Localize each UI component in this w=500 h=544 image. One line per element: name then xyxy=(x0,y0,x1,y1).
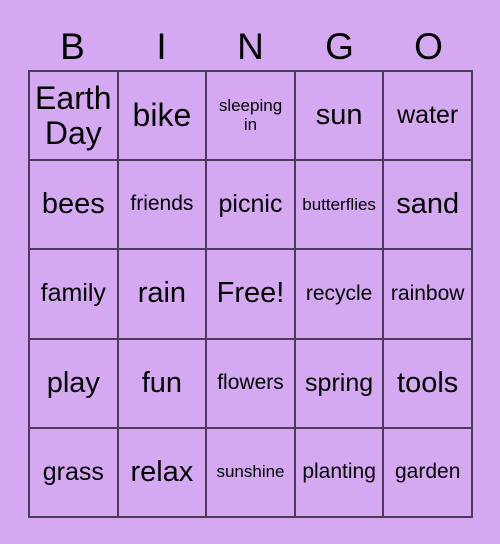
bingo-cell[interactable]: play xyxy=(30,339,119,429)
bingo-cell-label: flowers xyxy=(217,370,284,394)
bingo-cell[interactable]: Earth Day xyxy=(30,72,119,162)
bingo-header-letter-b: B xyxy=(60,25,85,67)
bingo-cell[interactable]: butterflies xyxy=(295,161,385,251)
bingo-cell-label: sleeping in xyxy=(218,96,283,134)
bingo-cell[interactable]: recycle xyxy=(295,250,385,340)
bingo-cell-label: Earth Day xyxy=(35,80,112,151)
bingo-cell-label: tools xyxy=(397,366,459,399)
bingo-cell-label: recycle xyxy=(305,281,373,305)
bingo-cell-label: rainbow xyxy=(390,281,465,305)
bingo-cell-label: sun xyxy=(315,98,363,131)
bingo-cell-label: sunshine xyxy=(216,462,285,482)
bingo-cell-label: friends xyxy=(130,192,194,216)
bingo-cell[interactable]: grass xyxy=(30,428,119,518)
bingo-cell[interactable]: picnic xyxy=(207,161,296,251)
bingo-cell-label: water xyxy=(397,101,459,130)
bingo-cell[interactable]: water xyxy=(384,72,473,162)
bingo-cell-label: grass xyxy=(42,457,104,486)
bingo-cell-label: fun xyxy=(141,366,183,399)
bingo-cell[interactable]: sun xyxy=(295,72,385,162)
bingo-cell-label: spring xyxy=(305,368,374,397)
bingo-cell[interactable]: sunshine xyxy=(207,428,296,518)
bingo-grid: Earth Day bike sleeping in sun water bees frie… xyxy=(28,70,473,518)
bingo-cell[interactable]: fun xyxy=(118,339,208,429)
bingo-cell[interactable]: bees xyxy=(30,161,119,251)
bingo-cell[interactable]: friends xyxy=(118,161,208,251)
bingo-cell[interactable]: bike xyxy=(118,72,208,162)
bingo-cell-label: rain xyxy=(137,277,187,310)
bingo-cell-label: planting xyxy=(302,460,376,484)
bingo-header-letter-o: O xyxy=(414,25,443,67)
bingo-cell[interactable]: Free! xyxy=(207,250,296,340)
bingo-cell[interactable]: sand xyxy=(384,161,473,251)
bingo-cell-label: play xyxy=(46,366,100,399)
bingo-cell-label: bike xyxy=(132,97,192,134)
bingo-cell[interactable]: relax xyxy=(118,428,208,518)
bingo-card: B I N G O Earth Day bike sleeping in sun water be… xyxy=(0,0,500,544)
bingo-header-letter-n: N xyxy=(237,25,264,67)
bingo-cell-label: garden xyxy=(394,460,461,484)
bingo-cell[interactable]: spring xyxy=(295,339,385,429)
bingo-cell-label: butterflies xyxy=(302,194,376,214)
bingo-header-letter-g: G xyxy=(325,25,354,67)
bingo-cell[interactable]: flowers xyxy=(207,339,296,429)
bingo-cell[interactable]: rainbow xyxy=(384,250,473,340)
bingo-cell-label: sand xyxy=(396,188,460,221)
bingo-cell[interactable]: rain xyxy=(118,250,208,340)
bingo-cell-label: family xyxy=(40,279,106,308)
bingo-cell[interactable]: sleeping in xyxy=(207,72,296,162)
bingo-cell-label: picnic xyxy=(218,190,283,219)
bingo-cell[interactable]: garden xyxy=(384,428,473,518)
bingo-cell[interactable]: tools xyxy=(384,339,473,429)
bingo-cell-label: bees xyxy=(41,188,105,221)
bingo-header: BINGO xyxy=(28,22,473,70)
bingo-cell[interactable]: family xyxy=(30,250,119,340)
bingo-cell[interactable]: planting xyxy=(295,428,385,518)
bingo-header-letter-i: I xyxy=(156,25,167,67)
bingo-cell-label: relax xyxy=(130,455,194,488)
bingo-cell-label: Free! xyxy=(216,277,285,310)
